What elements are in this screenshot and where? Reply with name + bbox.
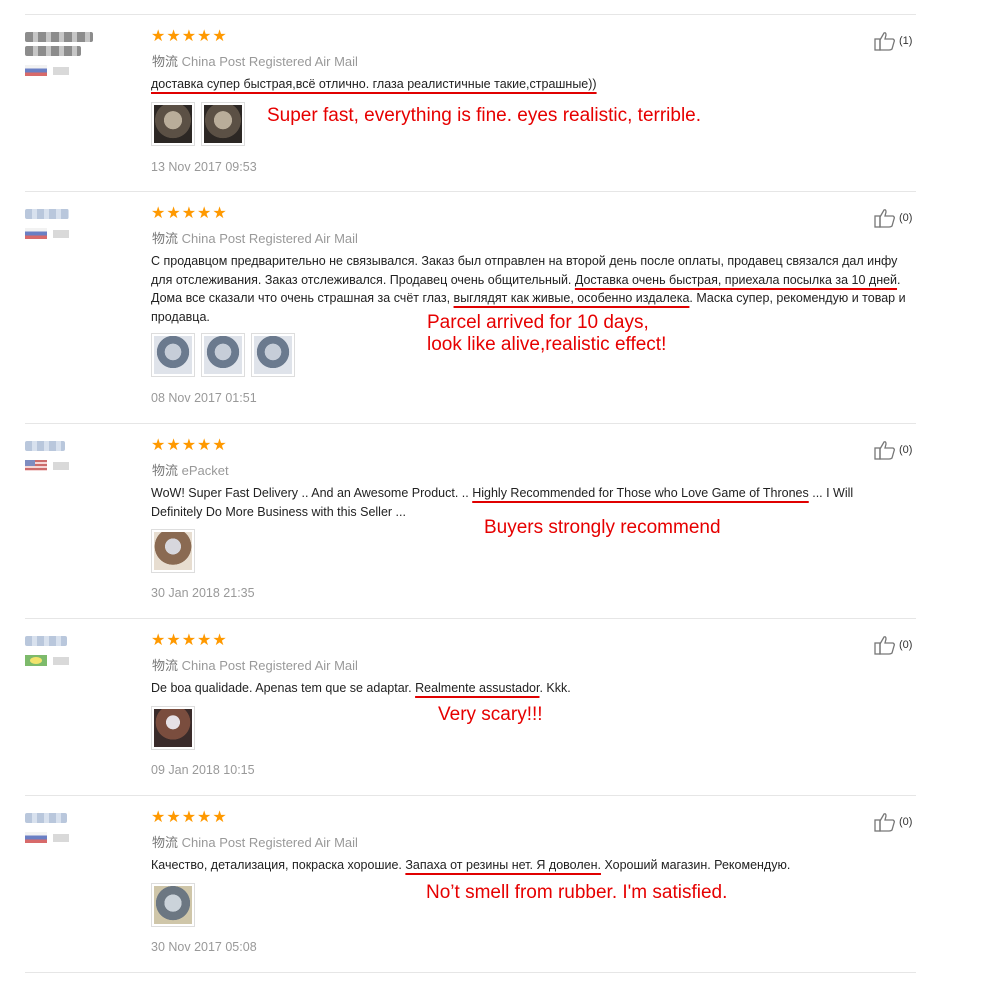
like-count: (0)	[899, 212, 913, 224]
review-text: Качество, детализация, покраска хорошие.…	[151, 858, 791, 872]
like-button[interactable]: (0)	[874, 812, 912, 832]
reviewer-name[interactable]	[25, 441, 65, 451]
like-button[interactable]: (0)	[874, 635, 912, 655]
review-item: ★★★★★ 物流 ePacket WoW! Super Fast Deliver…	[0, 423, 1000, 618]
review-photo[interactable]	[151, 706, 195, 750]
like-count: (0)	[899, 816, 913, 828]
reviewer-info	[25, 636, 135, 666]
review-photos	[151, 706, 195, 750]
review-photo[interactable]	[151, 883, 195, 927]
annotation: Buyers strongly recommend	[484, 517, 721, 538]
review-text: доставка супер быстрая,всё отлично. глаз…	[151, 77, 597, 91]
reviewer-name[interactable]	[25, 32, 93, 42]
reviewer-name[interactable]	[25, 636, 67, 646]
rating-stars: ★★★★★	[151, 809, 228, 826]
review-photo[interactable]	[201, 333, 245, 377]
annotation: look like alive,realistic effect!	[427, 334, 667, 355]
thumbs-up-icon	[874, 813, 895, 832]
review-date: 13 Nov 2017 09:53	[151, 160, 257, 174]
rating-stars: ★★★★★	[151, 28, 228, 45]
reviewer-name[interactable]	[25, 209, 69, 219]
shipping-method: 物流 ePacket	[152, 463, 229, 478]
thumbs-up-icon	[874, 32, 895, 51]
review-text: De boa qualidade. Apenas tem que se adap…	[151, 681, 571, 695]
review-date: 30 Nov 2017 05:08	[151, 940, 257, 954]
country-code	[53, 461, 69, 470]
rating-stars: ★★★★★	[151, 437, 228, 454]
country-code	[53, 833, 69, 842]
like-count: (0)	[899, 639, 913, 651]
thumbs-up-icon	[874, 636, 895, 655]
country-flag-icon	[25, 832, 47, 843]
country-flag-icon	[25, 460, 47, 471]
like-button[interactable]: (1)	[874, 31, 912, 51]
reviewer-info	[25, 209, 135, 239]
reviewer-name[interactable]	[25, 813, 67, 823]
review-item: ★★★★★ 物流 China Post Registered Air Mail …	[0, 191, 1000, 423]
like-count: (0)	[899, 444, 913, 456]
country-code	[53, 229, 69, 238]
shipping-method: 物流 China Post Registered Air Mail	[152, 835, 358, 850]
annotation: Parcel arrived for 10 days,	[427, 312, 649, 333]
review-item: ★★★★★ 物流 China Post Registered Air Mail …	[0, 618, 1000, 795]
country-flag-icon	[25, 655, 47, 666]
review-photos	[151, 883, 195, 927]
annotation: Very scary!!!	[438, 704, 543, 725]
shipping-method: 物流 China Post Registered Air Mail	[152, 54, 358, 69]
like-count: (1)	[899, 35, 913, 47]
country-flag-icon	[25, 65, 47, 76]
review-photos	[151, 333, 295, 377]
annotation: No’t smell from rubber. I'm satisfied.	[426, 882, 728, 903]
country-flag-icon	[25, 228, 47, 239]
review-item: ★★★★★ 物流 China Post Registered Air Mail …	[0, 795, 1000, 972]
like-button[interactable]: (0)	[874, 440, 912, 460]
divider	[25, 972, 916, 973]
review-photos	[151, 102, 245, 146]
review-date: 09 Jan 2018 10:15	[151, 763, 255, 777]
review-photo[interactable]	[151, 102, 195, 146]
thumbs-up-icon	[874, 209, 895, 228]
review-date: 30 Jan 2018 21:35	[151, 586, 255, 600]
review-photos	[151, 529, 195, 573]
review-photo[interactable]	[151, 529, 195, 573]
reviewer-info	[25, 813, 135, 843]
rating-stars: ★★★★★	[151, 205, 228, 222]
reviewer-info	[25, 32, 135, 76]
review-photo[interactable]	[151, 333, 195, 377]
annotation: Super fast, everything is fine. eyes rea…	[267, 105, 702, 126]
review-photo[interactable]	[201, 102, 245, 146]
shipping-method: 物流 China Post Registered Air Mail	[152, 658, 358, 673]
review-photo[interactable]	[251, 333, 295, 377]
review-item: ★★★★★ 物流 China Post Registered Air Mail …	[0, 14, 1000, 191]
country-code	[53, 656, 69, 665]
reviewer-name-line2	[25, 46, 81, 56]
shipping-method: 物流 China Post Registered Air Mail	[152, 231, 358, 246]
thumbs-up-icon	[874, 441, 895, 460]
review-date: 08 Nov 2017 01:51	[151, 391, 257, 405]
like-button[interactable]: (0)	[874, 208, 912, 228]
rating-stars: ★★★★★	[151, 632, 228, 649]
country-code	[53, 66, 69, 75]
reviewer-info	[25, 441, 135, 471]
